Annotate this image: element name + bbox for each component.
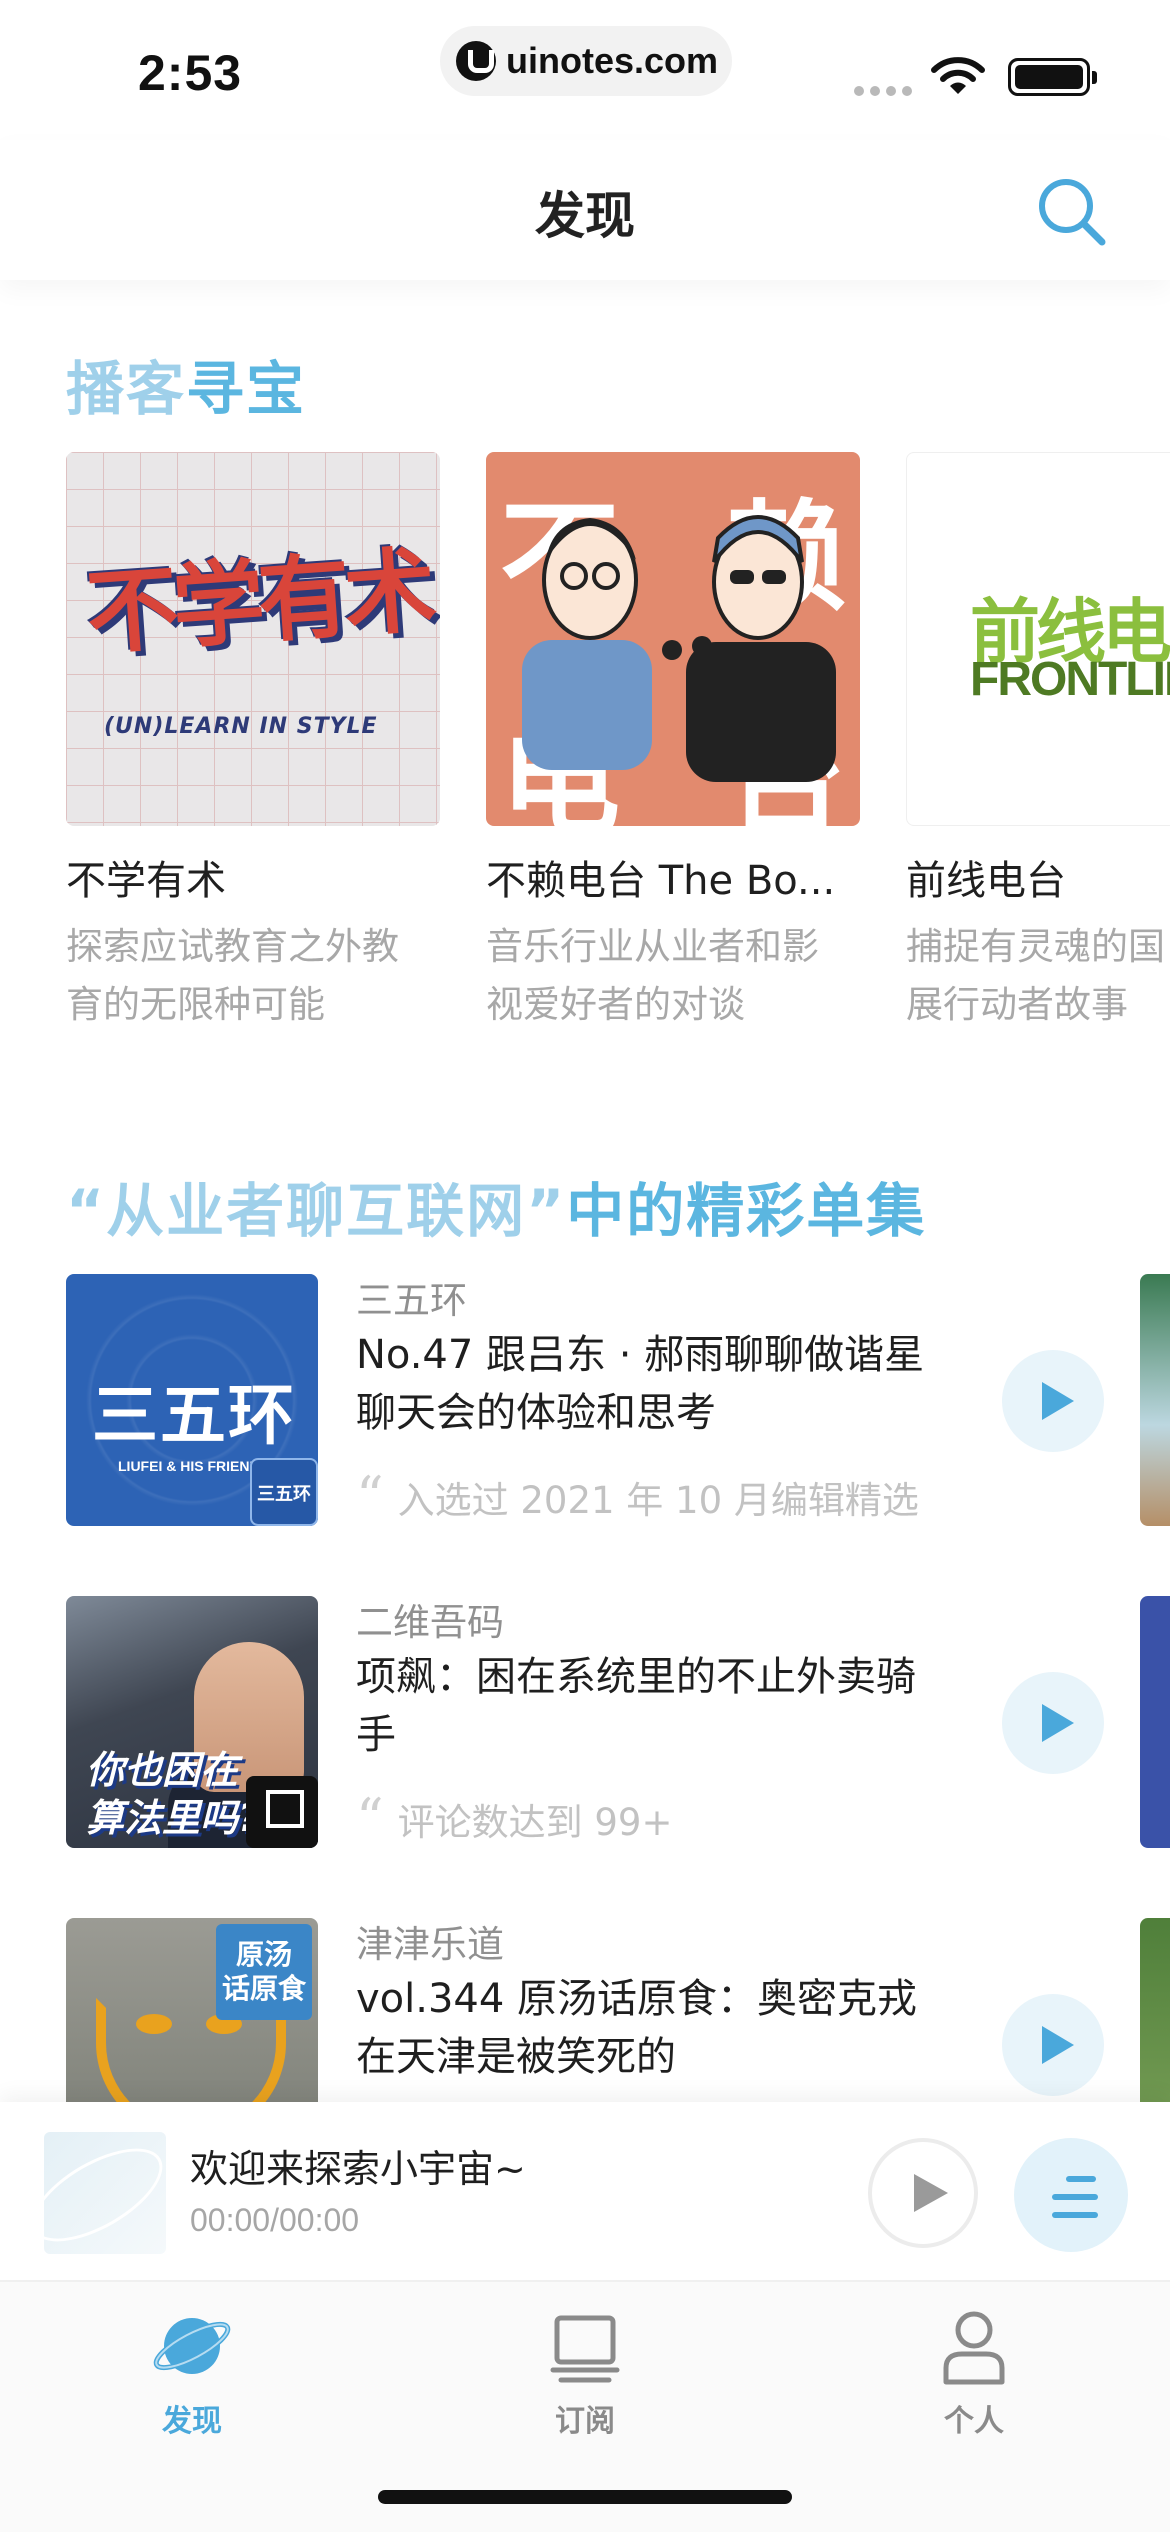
episode-title: 项飙：困在系统里的不止外卖骑 手 [356, 1654, 916, 1758]
url-pill[interactable]: uinotes.com [440, 26, 732, 96]
tab-label: 发现 [162, 2404, 222, 2439]
podcast-card[interactable]: 不 赖 电 台 不赖电台 The Bo... 音乐行业从业者和影 视 [486, 452, 860, 1032]
podcast-description: 捕捉有灵魂的国 展行动者故事 [906, 925, 1165, 1026]
podcast-name: 前线电台 [906, 858, 1066, 904]
podcast-description: 探索应试教育之外教 育的无限种可能 [66, 925, 399, 1026]
podcast-cover: 前线电台 FRONTLINE [906, 452, 1170, 826]
podcast-card[interactable]: 前线电台 FRONTLINE 前线电台 捕捉有灵魂的国 展行动者故事 [906, 452, 1170, 1032]
episode-title: vol.344 原汤话原食：奥密克戎 在天津是被笑死的 [356, 1976, 918, 2080]
subscribe-icon [550, 2315, 620, 2383]
next-cover-peek [1140, 1274, 1170, 1526]
next-cover-peek [1140, 1596, 1170, 1848]
cover-subtitle: (UN)LEARN IN STYLE [104, 714, 378, 739]
podcast-badge-icon [246, 1776, 318, 1848]
wifi-icon [931, 57, 985, 94]
episode-cover: 原汤 话原食 [66, 1918, 318, 2102]
episode-highlight: “ 入选过 2021 年 10 月编辑精选 [356, 1465, 919, 1528]
tab-label: 个人 [944, 2404, 1004, 2439]
episode-list: 三五环 LIUFEI & HIS FRIENDS 三五环 三五环 No.47 跟… [0, 1270, 1170, 2102]
podcast-carousel[interactable]: 不学有术 (UN)LEARN IN STYLE 不学有术 探索应试教育之外教 育… [66, 452, 1170, 1032]
episode-cover: 三五环 LIUFEI & HIS FRIENDS 三五环 [66, 1274, 318, 1526]
episode-item[interactable]: 三五环 LIUFEI & HIS FRIENDS 三五环 三五环 No.47 跟… [0, 1270, 1170, 1570]
podcast-name: 不学有术 [66, 858, 226, 904]
tab-subscriptions[interactable]: 订阅 [485, 2304, 685, 2440]
cover-title: 不学有术 [83, 537, 434, 668]
section-title-episodes: “从业者聊互联网”中的精彩单集 [66, 1164, 926, 1248]
playlist-icon[interactable] [1014, 2138, 1128, 2252]
quote-icon: “ [356, 1787, 384, 1850]
mini-player[interactable]: 欢迎来探索小宇宙~ 00:00/00:00 [0, 2102, 1170, 2282]
search-icon[interactable] [1034, 174, 1108, 248]
episode-cover: 你也困在 算法里吗? [66, 1596, 318, 1848]
cover-title: 你也困在 算法里吗? [86, 1748, 261, 1840]
play-button[interactable] [1002, 1672, 1104, 1774]
podcast-cover: 不 赖 电 台 [486, 452, 860, 826]
play-button[interactable] [1002, 1994, 1104, 2096]
section-title-discover: 播客寻宝 [66, 342, 306, 426]
episode-podcast-name: 三五环 [356, 1279, 467, 1322]
podcast-description: 音乐行业从业者和影 视爱好者的对谈 [486, 925, 819, 1026]
podcast-badge: 三五环 [250, 1458, 318, 1526]
episode-item[interactable]: 你也困在 算法里吗? 二维吾码 项飙：困在系统里的不止外卖骑 手 “ 评论数达到… [0, 1592, 1170, 1892]
episode-item[interactable]: 原汤 话原食 津津乐道 vol.344 原汤话原食：奥密克戎 在天津是被笑死的 [0, 1914, 1170, 2102]
episode-podcast-name: 二维吾码 [356, 1601, 504, 1644]
episode-title: No.47 跟吕东 · 郝雨聊聊做谐星 聊天会的体验和思考 [356, 1332, 925, 1436]
url-text: uinotes.com [506, 40, 719, 81]
site-logo-icon [456, 41, 496, 81]
tab-discover[interactable]: 发现 [92, 2304, 292, 2440]
battery-icon [1008, 58, 1097, 96]
now-playing-time: 00:00/00:00 [190, 2202, 360, 2238]
section-title-light: 播客 [66, 355, 187, 423]
episode-highlight: “ 评论数达到 99+ [356, 1787, 673, 1850]
podcast-cover: 不学有术 (UN)LEARN IN STYLE [66, 452, 440, 826]
status-time: 2:53 [138, 45, 243, 101]
play-button[interactable] [1002, 1350, 1104, 1452]
podcast-name: 不赖电台 The Bo... [486, 858, 836, 904]
hosts-illustration-icon [522, 515, 836, 782]
cover-title: 三五环 [92, 1377, 296, 1454]
quote-icon: “ [356, 1465, 384, 1528]
cover-subtitle: LIUFEI & HIS FRIENDS [118, 1458, 269, 1474]
podcast-card[interactable]: 不学有术 (UN)LEARN IN STYLE 不学有术 探索应试教育之外教 育… [66, 452, 440, 1032]
signal-icon [854, 86, 912, 96]
person-icon [943, 2311, 1005, 2385]
mini-player-play-button[interactable] [868, 2138, 978, 2248]
planet-icon [153, 2318, 231, 2374]
episode-podcast-name: 津津乐道 [356, 1923, 504, 1966]
page-title: 发现 [535, 187, 635, 245]
section-title-strong: 寻宝 [186, 355, 307, 423]
tab-label: 订阅 [555, 2404, 615, 2439]
section-title-strong: 中的精彩单集 [566, 1177, 927, 1245]
next-cover-peek [1140, 1918, 1170, 2102]
podcast-badge: 原汤 话原食 [216, 1924, 312, 2020]
cover-subtitle: FRONTLINE [970, 653, 1170, 706]
section-title-light: “从业者聊互联网” [66, 1177, 567, 1245]
navigation-bar: 发现 [0, 140, 1170, 280]
home-indicator [378, 2490, 792, 2504]
status-bar: 2:53 uinotes.com [0, 0, 1170, 140]
tab-profile[interactable]: 个人 [874, 2304, 1074, 2440]
now-playing-cover [44, 2132, 166, 2254]
now-playing-title: 欢迎来探索小宇宙~ [190, 2147, 526, 2191]
